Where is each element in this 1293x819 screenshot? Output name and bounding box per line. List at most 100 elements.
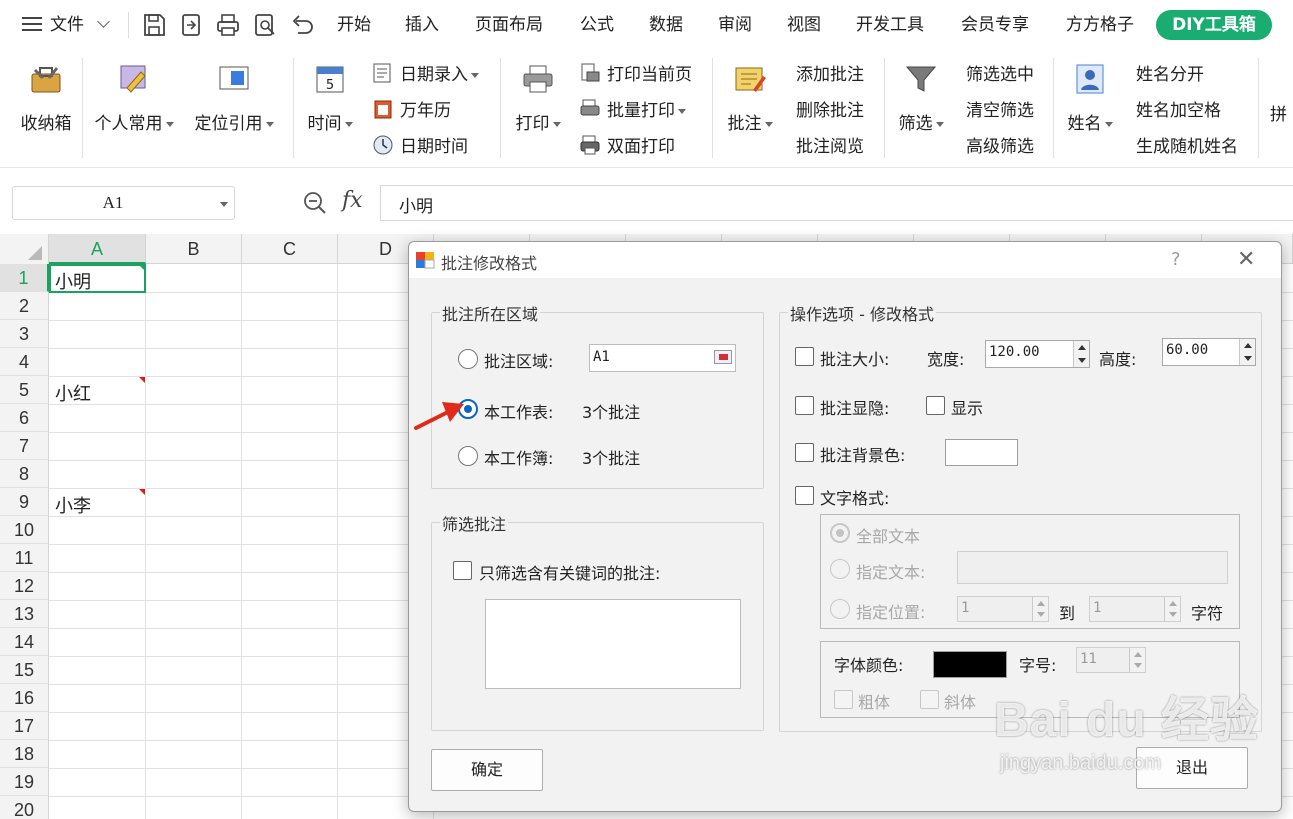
row-header[interactable]: 2 — [0, 292, 49, 320]
column-header-a[interactable]: A — [49, 234, 146, 264]
print-icon[interactable] — [215, 11, 241, 39]
row-header[interactable]: 8 — [0, 460, 49, 488]
row-header[interactable]: 14 — [0, 628, 49, 656]
spin-arrows-icon[interactable] — [1239, 339, 1255, 365]
column-header-c[interactable]: C — [242, 234, 338, 264]
keyword-textarea[interactable] — [485, 599, 741, 689]
cell-a5[interactable]: 小红 — [55, 380, 91, 406]
range-select-icon[interactable] — [714, 350, 732, 364]
tab-formulas[interactable]: 公式 — [580, 13, 614, 37]
dropdown-caret-icon[interactable] — [220, 202, 228, 207]
name-space-button[interactable]: 姓名加空格 — [1136, 98, 1221, 124]
column-header-b[interactable]: B — [146, 234, 242, 264]
spin-arrows-icon[interactable] — [1032, 597, 1048, 621]
locate-button[interactable]: 定位引用 — [190, 62, 278, 134]
region-range-input[interactable]: A1 — [589, 344, 736, 372]
exit-button[interactable]: 退出 — [1136, 747, 1248, 789]
cell-a9[interactable]: 小李 — [55, 492, 91, 518]
row-header[interactable]: 6 — [0, 404, 49, 432]
clear-filter-button[interactable]: 清空筛选 — [966, 98, 1034, 124]
ok-button[interactable]: 确定 — [431, 749, 543, 791]
comment-size-checkbox[interactable] — [795, 347, 814, 366]
row-header[interactable]: 13 — [0, 600, 49, 628]
comment-button[interactable]: 批注 — [722, 62, 778, 134]
row-header[interactable]: 9 — [0, 488, 49, 516]
row-header[interactable]: 18 — [0, 740, 49, 768]
calendar-button[interactable]: 万年历 — [372, 98, 451, 124]
tab-fangfang[interactable]: 方方格子 — [1066, 13, 1134, 37]
undo-icon[interactable] — [289, 11, 315, 39]
function-icon[interactable]: fx — [342, 188, 363, 213]
print-current-page-button[interactable]: 打印当前页 — [579, 62, 692, 88]
datetime-button[interactable]: 日期时间 — [372, 134, 468, 160]
print-button[interactable]: 打印 — [510, 62, 566, 134]
add-comment-button[interactable]: 添加批注 — [796, 62, 864, 88]
tab-page-layout[interactable]: 页面布局 — [475, 13, 543, 37]
specified-text-radio[interactable] — [830, 559, 850, 579]
time-button[interactable]: 5 时间 — [302, 62, 358, 134]
row-header[interactable]: 11 — [0, 544, 49, 572]
help-icon[interactable]: ? — [1171, 249, 1181, 270]
spin-arrows-icon[interactable] — [1073, 341, 1089, 367]
split-name-button[interactable]: 姓名分开 — [1136, 62, 1204, 88]
width-stepper[interactable]: 120.00 — [985, 340, 1090, 368]
name-button[interactable]: 姓名 — [1062, 62, 1118, 134]
keyword-filter-checkbox[interactable] — [453, 561, 472, 580]
row-header[interactable]: 5 — [0, 376, 49, 404]
background-color-swatch[interactable] — [945, 439, 1018, 466]
name-box[interactable]: A1 — [12, 186, 235, 220]
bold-checkbox[interactable] — [834, 690, 853, 709]
print-preview-icon[interactable] — [252, 11, 278, 39]
formula-input[interactable]: 小明 — [380, 185, 1293, 221]
delete-comment-button[interactable]: 删除批注 — [796, 98, 864, 124]
tab-review[interactable]: 审阅 — [718, 13, 752, 37]
row-header[interactable]: 3 — [0, 320, 49, 348]
pinyin-button[interactable]: 拼 — [1270, 102, 1287, 128]
close-icon[interactable]: ✕ — [1237, 247, 1255, 272]
height-stepper[interactable]: 60.00 — [1162, 338, 1256, 366]
all-text-radio[interactable] — [830, 523, 850, 543]
row-header[interactable]: 19 — [0, 768, 49, 796]
duplex-print-button[interactable]: 双面打印 — [579, 134, 675, 160]
position-to-stepper[interactable]: 1 — [1089, 596, 1181, 622]
view-comment-button[interactable]: 批注阅览 — [796, 134, 864, 160]
background-color-checkbox[interactable] — [795, 443, 814, 462]
date-input-button[interactable]: 日期录入 — [372, 62, 479, 88]
font-color-swatch[interactable] — [933, 651, 1007, 678]
region-range-radio[interactable] — [458, 349, 478, 369]
dialog-title-bar[interactable]: 批注修改格式 ? ✕ — [409, 242, 1281, 278]
row-header[interactable]: 7 — [0, 432, 49, 460]
row-header[interactable]: 15 — [0, 656, 49, 684]
filter-button[interactable]: 筛选 — [893, 62, 949, 134]
show-checkbox[interactable] — [926, 396, 945, 415]
specified-text-input[interactable] — [957, 551, 1228, 584]
file-menu[interactable]: 文件 — [22, 13, 111, 37]
filter-selected-button[interactable]: 筛选选中 — [966, 62, 1034, 88]
tab-insert[interactable]: 插入 — [405, 13, 439, 37]
tab-member[interactable]: 会员专享 — [961, 13, 1029, 37]
row-header[interactable]: 10 — [0, 516, 49, 544]
row-header[interactable]: 4 — [0, 348, 49, 376]
italic-checkbox[interactable] — [920, 690, 939, 709]
zoom-icon[interactable] — [302, 190, 328, 216]
tab-view[interactable]: 视图 — [787, 13, 821, 37]
font-size-stepper[interactable]: 11 — [1076, 647, 1146, 673]
advanced-filter-button[interactable]: 高级筛选 — [966, 134, 1034, 160]
export-icon[interactable] — [178, 11, 204, 39]
select-all-corner[interactable] — [0, 234, 49, 264]
visibility-checkbox[interactable] — [795, 396, 814, 415]
spin-arrows-icon[interactable] — [1164, 597, 1180, 621]
row-header[interactable]: 16 — [0, 684, 49, 712]
spin-arrows-icon[interactable] — [1129, 648, 1145, 672]
tab-developer[interactable]: 开发工具 — [856, 13, 924, 37]
row-header[interactable]: 20 — [0, 796, 49, 819]
random-name-button[interactable]: 生成随机姓名 — [1136, 134, 1238, 160]
row-header[interactable]: 12 — [0, 572, 49, 600]
specified-position-radio[interactable] — [830, 599, 850, 619]
row-header[interactable]: 17 — [0, 712, 49, 740]
tab-data[interactable]: 数据 — [649, 13, 683, 37]
position-from-stepper[interactable]: 1 — [957, 596, 1049, 622]
personal-button[interactable]: 个人常用 — [90, 62, 178, 134]
tab-home[interactable]: 开始 — [337, 13, 371, 37]
toolbox-button[interactable]: 收纳箱 — [18, 62, 74, 134]
